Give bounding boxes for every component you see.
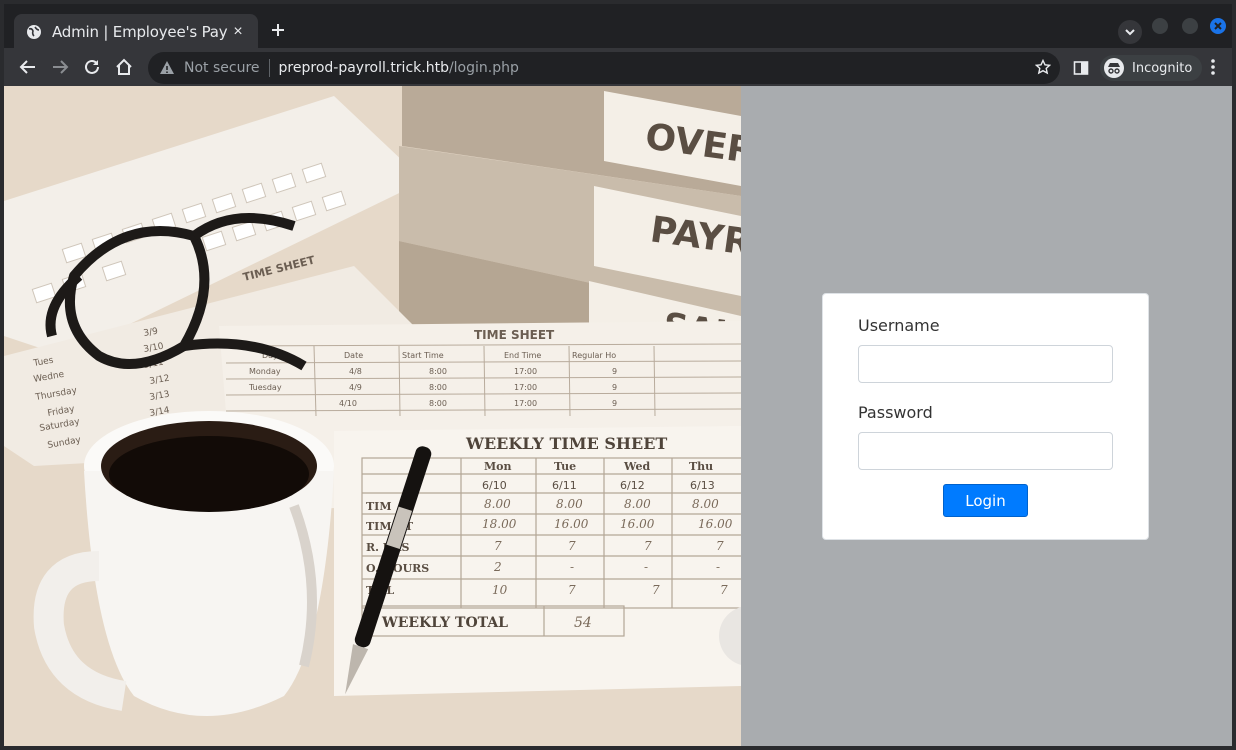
weekly-day: Thu [689, 460, 713, 473]
more-options-icon[interactable] [1202, 56, 1224, 78]
back-cell: 8:00 [429, 367, 447, 376]
globe-icon [26, 24, 42, 40]
weekly-in: 8.00 [484, 497, 511, 511]
warning-icon[interactable] [158, 59, 176, 77]
login-actions: Login [858, 484, 1113, 517]
weekly-total: 7 [652, 583, 660, 597]
browser-window: Admin | Employee's Payro × Not secure pr… [0, 0, 1236, 750]
weekly-out: 16.00 [698, 517, 733, 531]
url-path: /login.php [448, 60, 519, 76]
back-cell: 4/10 [339, 399, 357, 408]
incognito-profile-button[interactable]: Incognito [1100, 55, 1203, 81]
password-input[interactable] [858, 432, 1113, 470]
back-cell: 17:00 [514, 399, 537, 408]
weekly-day: Wed [623, 460, 650, 473]
weekly-date: 6/12 [620, 479, 645, 492]
url-host: preprod-payroll.trick.htb [278, 60, 449, 76]
incognito-icon [1104, 58, 1124, 78]
weekly-total: 10 [492, 583, 508, 597]
back-header: Date [344, 351, 363, 360]
minimize-button[interactable] [1152, 18, 1168, 34]
reload-button[interactable] [80, 55, 104, 79]
tab-strip: Admin | Employee's Payro × [4, 4, 1232, 50]
weekly-ot: - [570, 560, 574, 574]
weekly-out: 16.00 [620, 517, 655, 531]
weekly-ot: - [716, 560, 720, 574]
back-cell: 17:00 [514, 367, 537, 376]
back-cell: Tuesday [248, 383, 282, 392]
back-timesheet-title: TIME SHEET [474, 328, 555, 342]
new-tab-button[interactable] [266, 18, 290, 42]
forward-button[interactable] [48, 55, 72, 79]
weekly-reg: 7 [568, 539, 576, 553]
username-input[interactable] [858, 345, 1113, 383]
back-cell: 9 [612, 383, 617, 392]
side-panel-icon[interactable] [1070, 57, 1092, 79]
username-label: Username [858, 316, 940, 335]
tab-search-button[interactable] [1118, 20, 1142, 44]
back-header: End Time [504, 351, 541, 360]
weekly-day: Tue [554, 460, 576, 473]
weekly-total: 7 [568, 583, 576, 597]
bookmark-star-icon[interactable] [1032, 56, 1054, 78]
weekly-row-label: O. HOURS [366, 562, 429, 575]
weekly-row-label: TIM [366, 500, 392, 513]
weekly-in: 8.00 [556, 497, 583, 511]
back-button[interactable] [16, 55, 40, 79]
weekly-reg: 7 [716, 539, 724, 553]
back-cell: 8:00 [429, 383, 447, 392]
login-button[interactable]: Login [943, 484, 1028, 517]
weekly-date: 6/10 [482, 479, 507, 492]
weekly-in: 8.00 [624, 497, 651, 511]
weekly-timesheet-title: WEEKLY TIME SHEET [465, 434, 667, 453]
weekly-ot: 2 [493, 560, 502, 574]
maximize-button[interactable] [1182, 18, 1198, 34]
weekly-reg: 7 [494, 539, 502, 553]
back-cell: 8:00 [429, 399, 447, 408]
browser-tab[interactable]: Admin | Employee's Payro × [14, 14, 258, 50]
weekly-total-value: 54 [574, 615, 592, 631]
weekly-ot: - [644, 560, 648, 574]
payroll-desk-photo: OVER PAYR SALA TIME SHEET Tues Wedne Thu… [4, 86, 741, 746]
tab-close-icon[interactable]: × [228, 23, 248, 41]
weekly-total: 7 [720, 583, 728, 597]
weekly-date: 6/11 [552, 479, 577, 492]
weekly-date: 6/13 [690, 479, 715, 492]
weekly-total-label: WEEKLY TOTAL [381, 615, 508, 631]
home-button[interactable] [112, 55, 136, 79]
security-label[interactable]: Not secure [184, 60, 260, 76]
divider [268, 59, 270, 77]
weekly-in: 8.00 [692, 497, 719, 511]
tab-title: Admin | Employee's Payro [52, 23, 228, 41]
back-cell: 4/8 [349, 367, 362, 376]
browser-toolbar: Not secure preprod-payroll.trick.htb /lo… [4, 48, 1232, 86]
weekly-reg: 7 [644, 539, 652, 553]
window-close-button[interactable] [1210, 18, 1226, 34]
back-header: Regular Ho [572, 351, 616, 360]
weekly-out: 18.00 [482, 517, 517, 531]
password-label: Password [858, 403, 933, 422]
back-cell: Monday [249, 367, 281, 376]
incognito-label: Incognito [1132, 60, 1193, 76]
weekly-day: Mon [484, 460, 512, 473]
weekly-out: 16.00 [554, 517, 589, 531]
address-bar[interactable]: Not secure preprod-payroll.trick.htb /lo… [148, 52, 1060, 84]
back-cell: 17:00 [514, 383, 537, 392]
back-cell: 4/9 [349, 383, 362, 392]
page-content: OVER PAYR SALA TIME SHEET Tues Wedne Thu… [4, 86, 1232, 746]
back-cell: 9 [612, 399, 617, 408]
login-card: Username Password Login [822, 293, 1149, 540]
back-header: Start Time [402, 351, 444, 360]
back-cell: 9 [612, 367, 617, 376]
